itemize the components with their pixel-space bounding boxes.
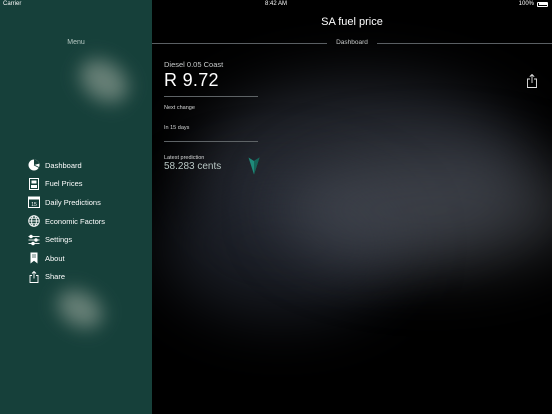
down-arrow-icon (248, 157, 260, 175)
sidebar-item-label: Dashboard (45, 160, 82, 170)
share-icon (28, 270, 40, 283)
sidebar-item-about[interactable]: About (28, 249, 105, 268)
next-change-value: In 15 days (164, 125, 190, 131)
prediction-value: 58.283 cents (164, 161, 222, 172)
page-title: SA fuel price (321, 16, 383, 28)
pie-chart-icon (28, 159, 40, 171)
sidebar-item-daily-predictions[interactable]: 15 Daily Predictions (28, 193, 105, 212)
share-icon (527, 73, 537, 88)
calendar-day: 15 (31, 202, 37, 208)
battery-status: 100% (519, 1, 548, 7)
fuel-type-label[interactable]: Diesel 0.05 Coast (164, 60, 223, 69)
bookmark-icon (28, 252, 40, 264)
sidebar: Menu Dashboard Fuel Prices 15 Daily Pred… (0, 0, 152, 414)
sidebar-item-dashboard[interactable]: Dashboard (28, 156, 105, 175)
sidebar-item-label: Settings (45, 235, 73, 245)
sidebar-item-label: Daily Predictions (45, 197, 101, 207)
sidebar-item-fuel-prices[interactable]: Fuel Prices (28, 175, 105, 194)
share-button[interactable] (526, 73, 538, 88)
status-bar: Carrier 8:42 AM 100% (0, 0, 552, 10)
sidebar-item-label: Economic Factors (45, 216, 106, 226)
decorative-blur (50, 282, 110, 336)
sidebar-item-label: Fuel Prices (45, 179, 83, 189)
fuel-price-value: R 9.72 (164, 70, 219, 90)
sidebar-title: Menu (67, 39, 85, 46)
battery-percent: 100% (518, 1, 534, 7)
sidebar-item-share[interactable]: Share (28, 268, 105, 287)
globe-icon (28, 215, 40, 227)
sidebar-item-settings[interactable]: Settings (28, 230, 105, 249)
fuel-pump-icon (28, 177, 40, 190)
sidebar-menu: Dashboard Fuel Prices 15 Daily Predictio… (28, 156, 105, 286)
sidebar-item-label: Share (45, 272, 66, 282)
status-time: 8:42 AM (264, 1, 287, 7)
sliders-icon (28, 234, 40, 246)
page-subtitle: Dashboard (336, 39, 368, 46)
main-content: SA fuel price Dashboard Diesel 0.05 Coas… (152, 0, 552, 414)
next-change-label: Next change (164, 105, 195, 111)
divider (164, 96, 258, 97)
divider (164, 141, 258, 142)
decorative-blur (71, 50, 137, 112)
battery-icon (537, 1, 548, 7)
sidebar-item-label: About (45, 253, 65, 263)
sidebar-item-economic-factors[interactable]: Economic Factors (28, 212, 105, 231)
calendar-icon: 15 (28, 196, 40, 209)
